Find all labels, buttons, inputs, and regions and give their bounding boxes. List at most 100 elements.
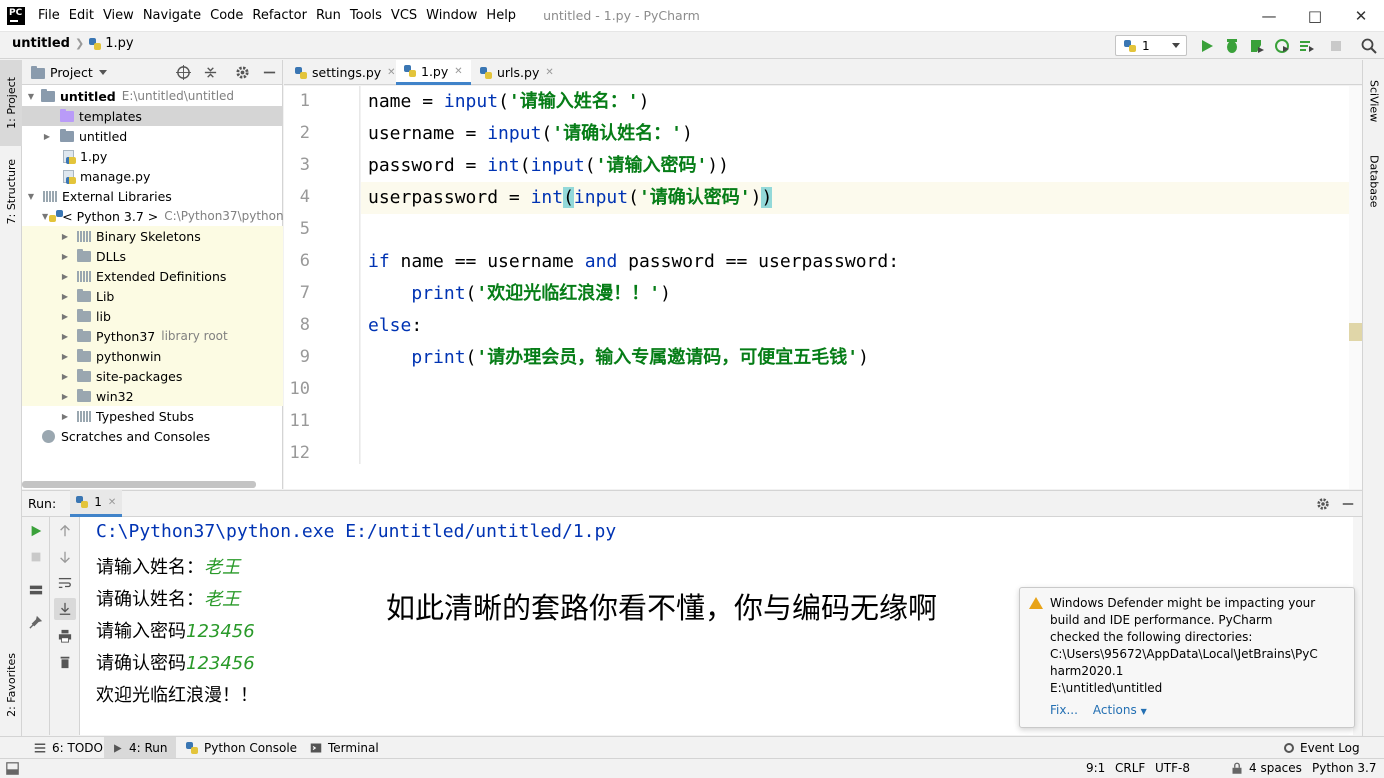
tree-item-1py[interactable]: 1.py bbox=[22, 146, 283, 166]
tool-tab-favorites[interactable]: 2: Favorites bbox=[0, 640, 22, 730]
collapsed-arrow-icon[interactable]: ▶ bbox=[60, 272, 70, 281]
tab-1-py[interactable]: 1.py ✕ bbox=[396, 60, 471, 85]
collapsed-arrow-icon[interactable]: ▶ bbox=[60, 232, 70, 241]
python-interpreter[interactable]: Python 3.7 bbox=[1312, 761, 1377, 775]
indent-settings[interactable]: 4 spaces bbox=[1249, 761, 1302, 775]
close-tab-icon[interactable]: ✕ bbox=[545, 67, 553, 78]
maximize-icon[interactable]: □ bbox=[1292, 0, 1338, 32]
profile-icon[interactable] bbox=[1274, 38, 1290, 54]
close-tab-icon[interactable]: ✕ bbox=[108, 497, 116, 508]
close-window-icon[interactable]: ✕ bbox=[1338, 0, 1384, 32]
concurrency-diagram-icon[interactable] bbox=[1299, 38, 1315, 54]
tree-item-python37-root[interactable]: ▶ Python37 library root bbox=[22, 326, 283, 346]
menu-run[interactable]: Run bbox=[312, 8, 345, 23]
menu-view[interactable]: View bbox=[99, 8, 138, 23]
locate-icon[interactable] bbox=[176, 65, 191, 80]
menu-navigate[interactable]: Navigate bbox=[139, 8, 205, 23]
tree-item-typeshed-stubs[interactable]: ▶ Typeshed Stubs bbox=[22, 406, 283, 426]
caret-position[interactable]: 9:1 bbox=[1086, 761, 1105, 775]
project-panel-title[interactable]: Project bbox=[50, 65, 93, 80]
menu-edit[interactable]: Edit bbox=[65, 8, 98, 23]
tree-item-extended-definitions[interactable]: ▶ Extended Definitions bbox=[22, 266, 283, 286]
gear-icon[interactable] bbox=[1316, 497, 1330, 511]
tool-tab-project[interactable]: 1: Project bbox=[0, 60, 22, 146]
hide-panel-icon[interactable] bbox=[262, 65, 277, 80]
tree-item-untitled-package[interactable]: ▶ untitled bbox=[22, 126, 283, 146]
menu-tools[interactable]: Tools bbox=[346, 8, 386, 23]
soft-wrap-icon[interactable] bbox=[58, 576, 72, 590]
line-separator[interactable]: CRLF bbox=[1115, 761, 1145, 775]
tree-item-external-libraries[interactable]: ▼ External Libraries bbox=[22, 186, 283, 206]
expand-arrow-icon[interactable]: ▼ bbox=[26, 192, 36, 201]
tool-tab-run[interactable]: 4: Run bbox=[104, 737, 176, 759]
tool-tab-database[interactable]: Database bbox=[1363, 146, 1384, 216]
tree-item-pythonwin[interactable]: ▶ pythonwin bbox=[22, 346, 283, 366]
tree-item-dlls[interactable]: ▶ DLLs bbox=[22, 246, 283, 266]
collapse-all-icon[interactable] bbox=[203, 65, 218, 80]
collapsed-arrow-icon[interactable]: ▶ bbox=[42, 132, 52, 141]
tool-tab-event-log[interactable]: Event Log bbox=[1276, 737, 1368, 759]
tree-item-templates[interactable]: templates bbox=[22, 106, 283, 126]
collapsed-arrow-icon[interactable]: ▶ bbox=[60, 252, 70, 261]
tool-windows-toggle-icon[interactable] bbox=[6, 762, 19, 775]
tree-item-lib-lower[interactable]: ▶ lib bbox=[22, 306, 283, 326]
collapsed-arrow-icon[interactable]: ▶ bbox=[60, 292, 70, 301]
collapsed-arrow-icon[interactable]: ▶ bbox=[60, 372, 70, 381]
run-with-coverage-icon[interactable] bbox=[1249, 38, 1265, 54]
chevron-down-icon[interactable] bbox=[98, 69, 107, 75]
rerun-icon[interactable] bbox=[29, 524, 43, 538]
collapsed-arrow-icon[interactable]: ▶ bbox=[60, 312, 70, 321]
collapsed-arrow-icon[interactable]: ▶ bbox=[60, 392, 70, 401]
menu-refactor[interactable]: Refactor bbox=[248, 8, 311, 23]
print-icon[interactable] bbox=[58, 629, 72, 643]
tree-item-lib-upper[interactable]: ▶ Lib bbox=[22, 286, 283, 306]
tool-tab-structure[interactable]: 7: Structure bbox=[0, 150, 22, 234]
actions-dropdown[interactable]: Actions ▼ bbox=[1093, 702, 1147, 720]
tab-settings-py[interactable]: settings.py ✕ bbox=[287, 60, 404, 85]
tab-urls-py[interactable]: urls.py ✕ bbox=[472, 60, 562, 85]
expand-arrow-icon[interactable]: ▼ bbox=[42, 212, 48, 221]
close-tab-icon[interactable]: ✕ bbox=[454, 66, 462, 77]
lock-icon[interactable] bbox=[1231, 762, 1243, 775]
menu-help[interactable]: Help bbox=[482, 8, 520, 23]
pin-icon[interactable] bbox=[29, 615, 43, 629]
up-arrow-icon[interactable] bbox=[58, 524, 72, 538]
search-icon[interactable] bbox=[1361, 38, 1377, 54]
menu-code[interactable]: Code bbox=[206, 8, 247, 23]
stop-icon[interactable] bbox=[29, 550, 43, 564]
tree-item-scratches[interactable]: Scratches and Consoles bbox=[22, 426, 283, 446]
tree-item-python37-sdk[interactable]: ▼ < Python 3.7 > C:\Python37\python bbox=[22, 206, 283, 226]
breadcrumb-file[interactable]: 1.py bbox=[105, 36, 133, 51]
trash-icon[interactable] bbox=[58, 655, 72, 669]
tool-tab-terminal[interactable]: Terminal bbox=[302, 737, 387, 759]
tree-item-site-packages[interactable]: ▶ site-packages bbox=[22, 366, 283, 386]
down-arrow-icon[interactable] bbox=[58, 550, 72, 564]
run-icon[interactable] bbox=[1199, 38, 1215, 54]
breadcrumb-project[interactable]: untitled bbox=[12, 36, 70, 51]
hide-panel-icon[interactable] bbox=[1341, 497, 1355, 511]
collapsed-arrow-icon[interactable]: ▶ bbox=[60, 332, 70, 341]
code-editor[interactable]: name = input('请输入姓名：') username = input(… bbox=[361, 86, 1349, 464]
collapsed-arrow-icon[interactable]: ▶ bbox=[60, 352, 70, 361]
editor-scrollbar[interactable] bbox=[1349, 86, 1362, 489]
run-tab-1[interactable]: 1 ✕ bbox=[70, 490, 123, 517]
debug-icon[interactable] bbox=[1224, 38, 1240, 54]
horizontal-scrollbar[interactable] bbox=[22, 481, 256, 488]
fix-link[interactable]: Fix... bbox=[1050, 702, 1078, 720]
gear-icon[interactable] bbox=[235, 65, 250, 80]
tree-item-win32[interactable]: ▶ win32 bbox=[22, 386, 283, 406]
layout-icon[interactable] bbox=[29, 583, 43, 597]
tree-item-manage-py[interactable]: manage.py bbox=[22, 166, 283, 186]
tool-tab-python-console[interactable]: Python Console bbox=[178, 737, 305, 759]
stop-icon[interactable] bbox=[1328, 38, 1344, 54]
close-tab-icon[interactable]: ✕ bbox=[387, 67, 395, 78]
menu-vcs[interactable]: VCS bbox=[387, 8, 421, 23]
expand-arrow-icon[interactable]: ▼ bbox=[26, 92, 36, 101]
tool-tab-sciview[interactable]: SciView bbox=[1363, 70, 1384, 132]
file-encoding[interactable]: UTF-8 bbox=[1155, 761, 1190, 775]
tool-tab-todo[interactable]: 6: TODO bbox=[26, 737, 111, 759]
run-configuration-select[interactable]: 1 bbox=[1115, 35, 1187, 56]
minimize-icon[interactable]: — bbox=[1246, 0, 1292, 32]
menu-file[interactable]: File bbox=[34, 8, 64, 23]
collapsed-arrow-icon[interactable]: ▶ bbox=[60, 412, 70, 421]
